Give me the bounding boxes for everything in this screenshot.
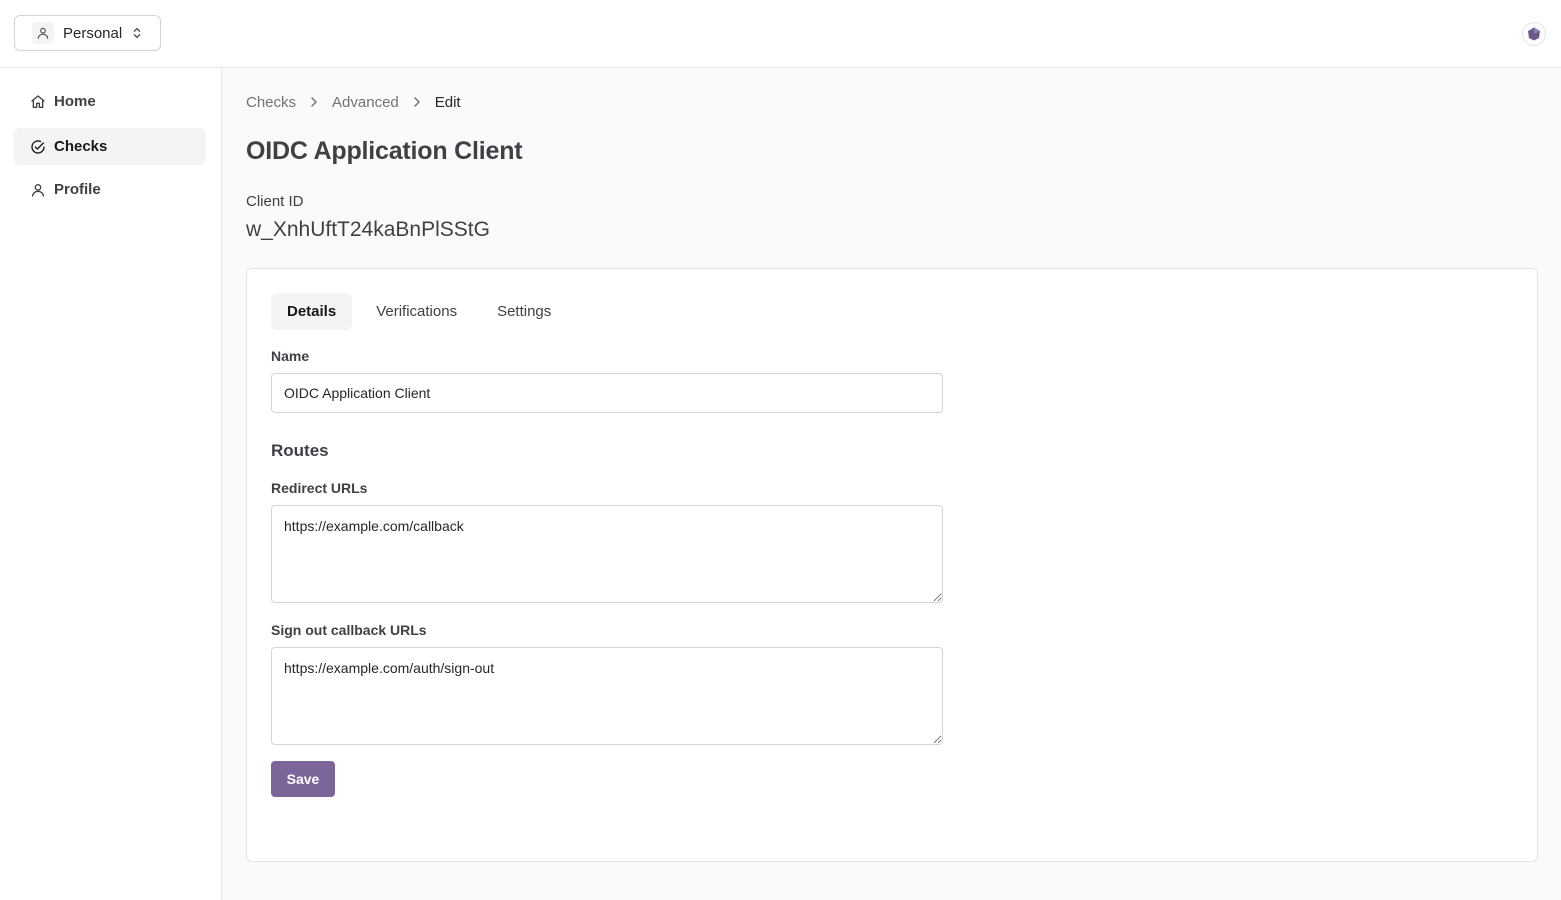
breadcrumb-checks-link[interactable]: Checks bbox=[246, 94, 296, 111]
sidebar-item-checks[interactable]: Checks bbox=[14, 128, 206, 165]
save-button[interactable]: Save bbox=[271, 761, 335, 797]
sidebar-item-label: Checks bbox=[54, 138, 108, 155]
sidebar-item-label: Home bbox=[54, 93, 96, 110]
details-card: Details Verifications Settings Name Rout… bbox=[246, 268, 1538, 862]
account-switcher-label: Personal bbox=[63, 24, 123, 42]
tab-details[interactable]: Details bbox=[271, 293, 353, 330]
routes-title: Routes bbox=[271, 441, 329, 460]
chevron-right-icon bbox=[309, 96, 319, 108]
chevron-right-icon bbox=[412, 96, 422, 108]
sign-out-urls-label: Sign out callback URLs bbox=[271, 622, 427, 638]
sidebar-item-home[interactable]: Home bbox=[14, 83, 206, 120]
client-id-value: w_XnhUftT24kaBnPlSStG bbox=[246, 218, 490, 241]
sidebar: Home Checks Profile bbox=[0, 68, 222, 900]
sign-out-urls-textarea[interactable]: https://example.com/auth/sign-out bbox=[271, 647, 943, 745]
sidebar-item-profile[interactable]: Profile bbox=[14, 171, 206, 208]
name-label: Name bbox=[271, 348, 310, 364]
tab-verifications[interactable]: Verifications bbox=[360, 293, 473, 330]
account-switcher[interactable]: Personal bbox=[14, 15, 161, 51]
name-input[interactable] bbox=[271, 373, 943, 413]
tab-list: Details Verifications Settings bbox=[271, 293, 575, 330]
user-icon bbox=[32, 22, 54, 44]
breadcrumb-advanced-link[interactable]: Advanced bbox=[332, 94, 399, 111]
chevron-updown-icon bbox=[131, 26, 143, 40]
user-icon bbox=[30, 182, 46, 198]
tab-settings[interactable]: Settings bbox=[481, 293, 567, 330]
avatar-icon bbox=[1528, 27, 1540, 41]
top-bar: Personal bbox=[0, 0, 1561, 68]
home-icon bbox=[30, 94, 46, 110]
page-title: OIDC Application Client bbox=[246, 137, 523, 165]
sidebar-item-label: Profile bbox=[54, 181, 101, 198]
redirect-urls-label: Redirect URLs bbox=[271, 480, 368, 496]
breadcrumb-current: Edit bbox=[434, 93, 461, 111]
user-avatar[interactable] bbox=[1522, 22, 1546, 46]
client-id-label: Client ID bbox=[246, 193, 304, 210]
check-circle-icon bbox=[30, 139, 46, 155]
breadcrumb: Checks Advanced Edit bbox=[246, 92, 461, 112]
redirect-urls-textarea[interactable]: https://example.com/callback bbox=[271, 505, 943, 603]
main-content: Checks Advanced Edit OIDC Application Cl… bbox=[222, 68, 1561, 900]
